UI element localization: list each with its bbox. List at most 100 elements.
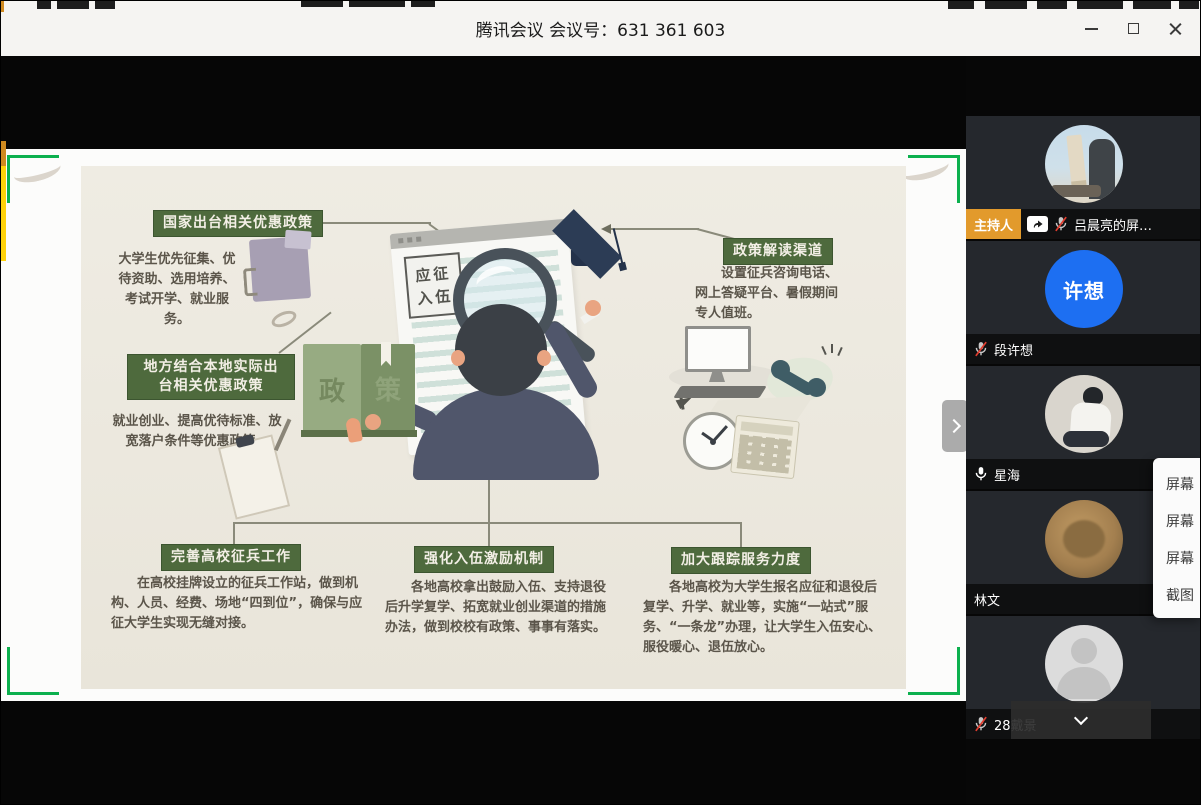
section-body-incentives: 各地高校拿出鼓励入伍、支持退役后升学复学、拓宽就业创业渠道的措施办法，做到校校有…	[385, 578, 617, 638]
window-edge-artifact	[1, 1, 4, 12]
window-edge-artifact	[1, 141, 6, 166]
share-corner-marker	[908, 155, 960, 203]
section-body-national-policy: 大学生优先征集、优待资助、选用培养、考试开学、就业服务。	[113, 250, 241, 331]
ring-line	[831, 344, 833, 353]
infographic-slide: 国家出台相关优惠政策 大学生优先征集、优待资助、选用培养、考试开学、就业服务。 …	[81, 166, 906, 689]
window-edge-artifact	[95, 1, 115, 9]
section-title-interpretation: 政策解读渠道	[723, 238, 833, 265]
close-icon	[1168, 21, 1183, 36]
figure-ear	[537, 350, 551, 366]
tile-name-bar: 段许想	[966, 334, 1201, 364]
window-edge-artifact	[1, 166, 6, 261]
ring-line	[821, 346, 826, 355]
context-menu-item[interactable]: 屏幕	[1166, 539, 1201, 576]
connector-arrow	[601, 224, 611, 234]
mic-muted-icon	[1054, 216, 1068, 232]
minimize-button[interactable]	[1070, 1, 1112, 56]
figure-ear	[451, 350, 465, 366]
window-edge-artifact	[948, 1, 974, 9]
clipboard-icon	[218, 434, 290, 519]
window-controls	[1070, 1, 1196, 56]
panel-expand-handle[interactable]	[942, 400, 968, 452]
maximize-button[interactable]	[1112, 1, 1154, 56]
crowd-photo	[1051, 185, 1101, 197]
calculator-icon	[730, 415, 800, 479]
book-character: 政	[319, 371, 345, 408]
connector-line	[319, 222, 431, 224]
screen-share-icon	[1027, 216, 1048, 232]
window-edge-artifact	[1037, 1, 1067, 9]
connector-line	[740, 522, 742, 549]
context-menu-item[interactable]: 截图	[1166, 576, 1201, 613]
context-menu: 屏幕 屏幕 屏幕 截图	[1153, 458, 1201, 618]
section-body-tracking-service: 各地高校为大学生报名应征和退役后复学、升学、就业等，实施“一站式”服务、“一条龙…	[643, 578, 885, 659]
context-menu-item[interactable]: 屏幕	[1166, 465, 1201, 502]
silhouette-body	[1057, 667, 1111, 699]
section-body-interpretation: 设置征兵咨询电话、网上答疑平台、暑假期间专人值班。	[695, 264, 841, 324]
ring-line	[837, 347, 842, 356]
window-edge-artifact	[301, 1, 343, 7]
window-edge-artifact	[37, 1, 51, 9]
title-bar[interactable]: 腾讯会议 会议号：631 361 603	[1, 1, 1200, 56]
silhouette-head	[1071, 638, 1097, 664]
meeting-stage: 国家出台相关优惠政策 大学生优先征集、优待资助、选用培养、考试开学、就业服务。 …	[1, 56, 1201, 805]
shared-screen-view: 国家出台相关优惠政策 大学生优先征集、优待资助、选用培养、考试开学、就业服务。 …	[1, 149, 966, 701]
video-tile-host[interactable]: 主持人 吕晨亮的屏…	[966, 116, 1201, 239]
participant-name: 吕晨亮的屏…	[1074, 215, 1152, 234]
avatar	[1045, 500, 1123, 578]
section-title-incentives: 强化入伍激励机制	[414, 546, 554, 573]
computer-monitor-icon	[685, 326, 751, 372]
person-photo	[1063, 431, 1109, 447]
meeting-window: 腾讯会议 会议号：631 361 603	[0, 0, 1201, 805]
section-title-campus-work: 完善高校征兵工作	[161, 544, 301, 571]
share-corner-marker	[908, 647, 960, 695]
cat-photo	[1063, 520, 1105, 558]
paperclip-icon	[269, 308, 298, 331]
participant-name: 段许想	[994, 340, 1033, 359]
connector-line	[233, 522, 741, 524]
chevron-down-icon	[1074, 711, 1088, 725]
participant-name: 星海	[994, 465, 1020, 484]
book-character: 策	[375, 370, 401, 407]
window-edge-artifact	[1179, 1, 1199, 9]
window-edge-artifact	[411, 1, 435, 7]
share-corner-marker	[7, 155, 59, 203]
host-badge: 主持人	[966, 209, 1021, 239]
section-title-local-policy: 地方结合本地实际出台相关优惠政策	[127, 354, 295, 400]
avatar	[1045, 125, 1123, 203]
chevron-right-icon	[946, 419, 960, 433]
mic-muted-icon	[974, 716, 988, 732]
pisa-tower-photo	[1066, 134, 1086, 187]
avatar	[1045, 375, 1123, 453]
panel-collapse-button[interactable]	[1011, 701, 1151, 739]
stamp-line-2: 入伍	[416, 285, 454, 309]
window-edge-artifact	[57, 1, 89, 9]
connector-line	[611, 228, 699, 230]
participant-name: 林文	[974, 590, 1000, 609]
window-title: 腾讯会议 会议号：631 361 603	[1, 1, 1200, 56]
mic-on-icon	[974, 466, 988, 482]
participants-panel: 主持人 吕晨亮的屏… 许想 段许想	[966, 56, 1201, 805]
avatar-default	[1045, 625, 1123, 703]
tile-name-bar: 主持人 吕晨亮的屏…	[966, 209, 1201, 239]
section-body-campus-work: 在高校挂牌设立的征兵工作站，做到机构、人员、经费、场地“四到位”，确保与应征大学…	[111, 574, 363, 634]
video-tile[interactable]: 许想 段许想	[966, 241, 1201, 364]
keyboard-icon	[673, 386, 766, 398]
section-title-tracking-service: 加大跟踪服务力度	[671, 547, 811, 574]
figure-left-hand	[365, 414, 381, 430]
mic-muted-icon	[974, 341, 988, 357]
telephone-icon	[771, 358, 829, 398]
maximize-icon	[1128, 23, 1139, 34]
stamp-line-1: 应征	[414, 262, 452, 286]
window-edge-artifact	[1077, 1, 1123, 9]
connector-line	[488, 470, 490, 548]
context-menu-item[interactable]: 屏幕	[1166, 502, 1201, 539]
folder-icon	[249, 236, 311, 302]
close-button[interactable]	[1154, 1, 1196, 56]
window-edge-artifact	[1133, 1, 1171, 9]
window-edge-artifact	[985, 1, 1027, 9]
minimize-icon	[1085, 28, 1098, 30]
figure-right-hand	[585, 300, 601, 316]
figure-head	[455, 304, 547, 396]
share-corner-marker	[7, 647, 59, 695]
